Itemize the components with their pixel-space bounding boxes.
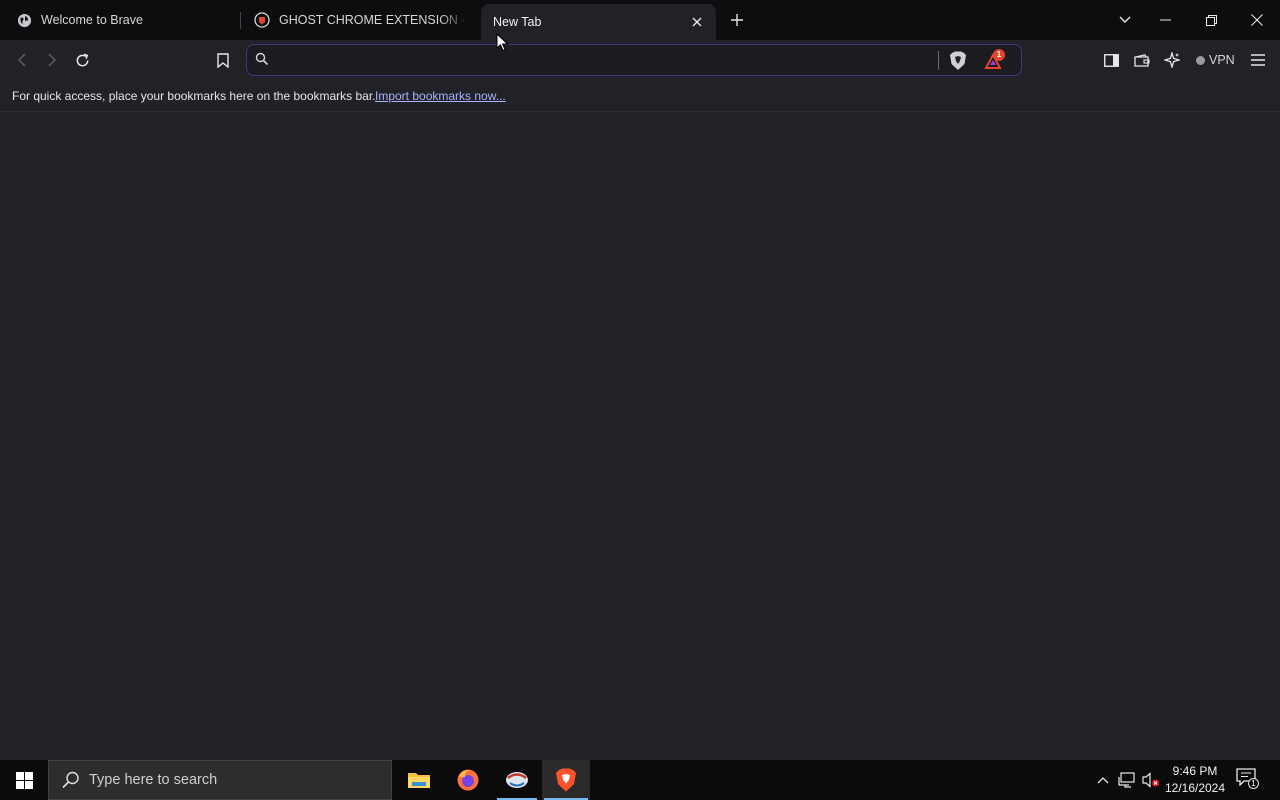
reload-icon[interactable] [70, 48, 94, 72]
tab-new-tab[interactable]: New Tab [481, 4, 716, 40]
tab-welcome-to-brave[interactable]: Welcome to Brave [8, 4, 238, 36]
notification-count-badge: 1 [1248, 778, 1259, 789]
bookmarks-bar: For quick access, place your bookmarks h… [0, 80, 1280, 112]
back-arrow-icon[interactable] [10, 48, 34, 72]
forward-arrow-icon[interactable] [40, 48, 64, 72]
network-icon[interactable] [1117, 770, 1137, 790]
browser-window: Welcome to Brave GHOST CHROME EXTENSION … [0, 0, 1280, 760]
leo-ai-icon[interactable] [1160, 48, 1184, 72]
tab-label: GHOST CHROME EXTENSION - Brave [279, 13, 468, 27]
volume-muted-icon[interactable] [1141, 770, 1161, 790]
tab-label: New Tab [493, 15, 542, 29]
clock-date: 12/16/2024 [1164, 781, 1226, 795]
ghost-app-icon[interactable] [493, 760, 541, 800]
address-input[interactable] [279, 49, 929, 71]
bookmarks-bar-message: For quick access, place your bookmarks h… [12, 89, 376, 103]
bookmark-icon[interactable] [211, 48, 235, 72]
minimize-icon[interactable] [1147, 6, 1183, 34]
close-tab-icon[interactable] [688, 13, 706, 31]
tab-search-chevron-down-icon[interactable] [1107, 6, 1143, 34]
vpn-button[interactable]: VPN [1196, 52, 1235, 68]
mouse-cursor-icon [496, 32, 510, 53]
globe-icon [16, 12, 32, 28]
search-icon [61, 770, 81, 790]
close-window-icon[interactable] [1239, 6, 1275, 34]
sidebar-toggle-icon[interactable] [1099, 48, 1123, 72]
new-tab-page-content [0, 113, 1280, 760]
vpn-label: VPN [1209, 53, 1235, 67]
ghost-extension-icon [254, 12, 270, 28]
action-center-icon[interactable]: 1 [1236, 768, 1260, 792]
windows-start-icon[interactable] [0, 760, 48, 800]
tab-label: Welcome to Brave [41, 13, 143, 27]
address-bar-divider [938, 51, 939, 70]
brave-shields-icon[interactable] [949, 51, 967, 71]
taskbar-search-placeholder: Type here to search [89, 772, 218, 788]
wallet-icon[interactable] [1130, 48, 1154, 72]
brave-rewards-icon[interactable]: 1 [983, 49, 1005, 72]
taskbar-search-box[interactable]: Type here to search [48, 760, 392, 800]
vpn-status-dot [1196, 55, 1205, 65]
firefox-icon[interactable] [444, 760, 492, 800]
tab-ghost-chrome-extension[interactable]: GHOST CHROME EXTENSION - Brave [246, 4, 468, 36]
tab-strip: Welcome to Brave GHOST CHROME EXTENSION … [0, 0, 1280, 40]
address-bar[interactable]: 1 [246, 44, 1022, 76]
clock-time: 9:46 PM [1172, 764, 1218, 778]
brave-icon[interactable] [542, 760, 590, 800]
new-tab-plus-icon[interactable] [727, 10, 747, 30]
tab-separator [240, 12, 241, 29]
rewards-badge: 1 [993, 49, 1005, 61]
navigation-toolbar: 1 VPN [0, 40, 1280, 80]
windows-taskbar: Type here to search 9:46 PM 12/16/2024 1 [0, 760, 1280, 800]
file-explorer-icon[interactable] [395, 760, 443, 800]
show-hidden-icons-chevron-up-icon[interactable] [1093, 770, 1113, 790]
system-clock[interactable]: 9:46 PM 12/16/2024 [1160, 763, 1230, 797]
restore-icon[interactable] [1193, 6, 1229, 34]
menu-hamburger-icon[interactable] [1246, 48, 1270, 72]
import-bookmarks-link[interactable]: Import bookmarks now... [375, 89, 506, 103]
search-icon [255, 52, 271, 68]
